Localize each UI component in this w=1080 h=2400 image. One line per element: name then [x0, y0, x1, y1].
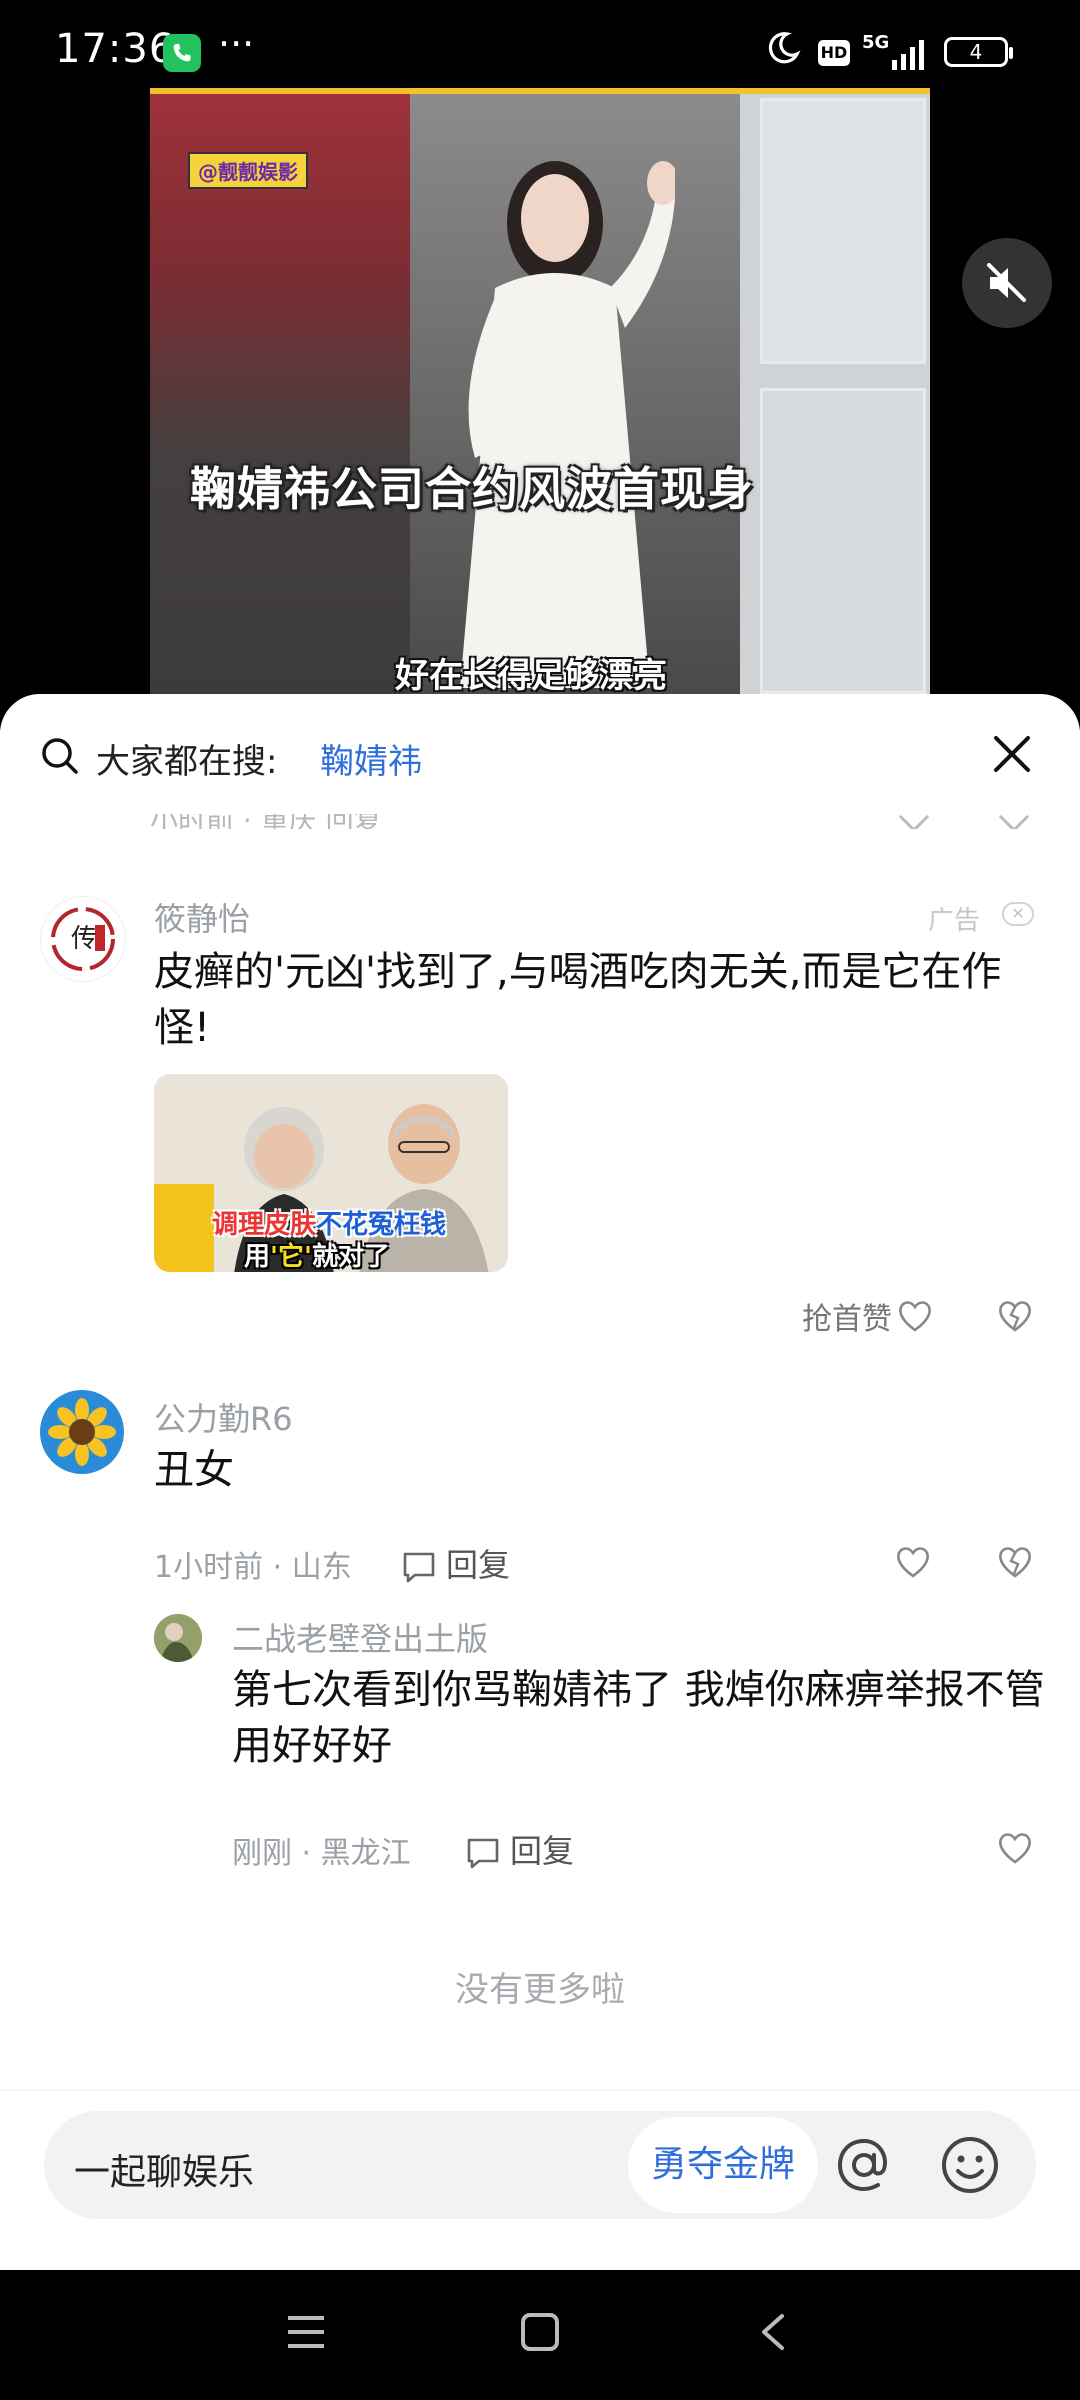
reply-reply-button[interactable]: 回复: [464, 1826, 574, 1872]
reply-avatar[interactable]: [154, 1614, 202, 1662]
hd-icon: HD: [818, 40, 850, 66]
comment-text[interactable]: 丑女: [154, 1442, 234, 1498]
ad-image[interactable]: 调理皮肤不花冤枉钱 用'它'就对了: [154, 1074, 508, 1272]
comment-reply-label: 回复: [446, 1546, 511, 1584]
emoji-icon[interactable]: [936, 2131, 1004, 2199]
comment-input[interactable]: 一起聊娱乐 勇夺金牌: [44, 2111, 1036, 2219]
phone-call-icon: [163, 34, 201, 72]
more-notifications-icon: ···: [218, 22, 255, 66]
video-subtitle: 好在长得足够漂亮: [395, 656, 667, 696]
status-bar: 17:36 ··· HD 5G 4: [0, 0, 1080, 95]
search-keyword-link[interactable]: 鞠婧祎: [320, 734, 422, 783]
commenter-avatar[interactable]: [40, 1390, 124, 1474]
comment-sheet: 大家都在搜: 鞠婧祎 小时前 · 重庆 回复 传 筱静怡 广告 ✕ 皮癣的'元凶…: [0, 694, 1080, 2270]
reply-time-location: 刚刚 · 黑龙江: [232, 1836, 411, 1871]
first-like-button[interactable]: 抢首赞: [802, 1294, 892, 1338]
comment-input-bar: 一起聊娱乐 勇夺金牌: [0, 2090, 1080, 2271]
home-icon[interactable]: [518, 2310, 562, 2354]
battery-icon: 4: [944, 37, 1013, 67]
comment-reply-button[interactable]: 回复: [400, 1540, 510, 1586]
at-mention-icon[interactable]: [830, 2131, 898, 2199]
video-person-figure: [460, 161, 675, 688]
ad-avatar[interactable]: 传: [40, 896, 126, 982]
reply-text[interactable]: 第七次看到你骂鞠婧祎了 我焯你麻痹举报不管用好好好: [232, 1662, 1052, 1774]
ad-close-icon[interactable]: ✕: [1002, 902, 1034, 926]
back-icon[interactable]: [752, 2310, 796, 2354]
search-prefix: 大家都在搜:: [96, 742, 278, 782]
comment-like-icon[interactable]: [894, 1544, 932, 1580]
no-more-text: 没有更多啦: [455, 1970, 625, 2010]
network-type: 5G: [862, 32, 890, 53]
system-navigation-bar: [0, 2270, 1080, 2400]
search-icon: [42, 738, 78, 774]
ad-image-caption-2: 用'它'就对了: [244, 1242, 390, 1272]
status-time: 17:36: [55, 26, 176, 72]
comment-time-location: 1小时前 · 山东: [154, 1550, 352, 1585]
topic-tag-chip[interactable]: 勇夺金牌: [628, 2117, 818, 2213]
reply-bubble-icon: [467, 1838, 499, 1869]
first-like-label: 抢首赞: [802, 1302, 892, 1337]
heart-icon[interactable]: [896, 1298, 934, 1334]
reply-bubble-icon: [403, 1552, 435, 1583]
reply-reply-label: 回复: [510, 1832, 575, 1870]
reply-like-icon[interactable]: [996, 1830, 1034, 1866]
search-suggestion-bar[interactable]: 大家都在搜: 鞠婧祎: [0, 694, 1080, 814]
mute-button[interactable]: [962, 238, 1052, 328]
commenter-username[interactable]: 公力勤R6: [154, 1394, 293, 1440]
video-watermark: @靓靓娱影: [188, 152, 308, 189]
signal-icon: [890, 38, 930, 74]
moon-icon: [765, 30, 801, 70]
reply-username[interactable]: 二战老壁登出土版: [232, 1614, 488, 1660]
close-icon[interactable]: [990, 732, 1034, 776]
speaker-muted-icon: [987, 263, 1026, 302]
comment-dislike-icon[interactable]: [996, 1544, 1034, 1580]
ad-text[interactable]: 皮癣的'元凶'找到了,与喝酒吃肉无关,而是它在作怪!: [154, 944, 1034, 1056]
ad-username[interactable]: 筱静怡: [154, 894, 250, 940]
ad-label: 广告: [928, 906, 981, 936]
svg-text:传: 传: [71, 924, 97, 954]
comment-input-placeholder: 一起聊娱乐: [74, 2152, 255, 2193]
broken-heart-icon[interactable]: [996, 1298, 1034, 1334]
video-headline: 鞠婧祎公司合约风波首现身: [190, 462, 754, 516]
video-player[interactable]: @靓靓娱影 鞠婧祎公司合约风波首现身 好在长得足够漂亮: [150, 88, 930, 696]
menu-icon[interactable]: [284, 2310, 328, 2354]
